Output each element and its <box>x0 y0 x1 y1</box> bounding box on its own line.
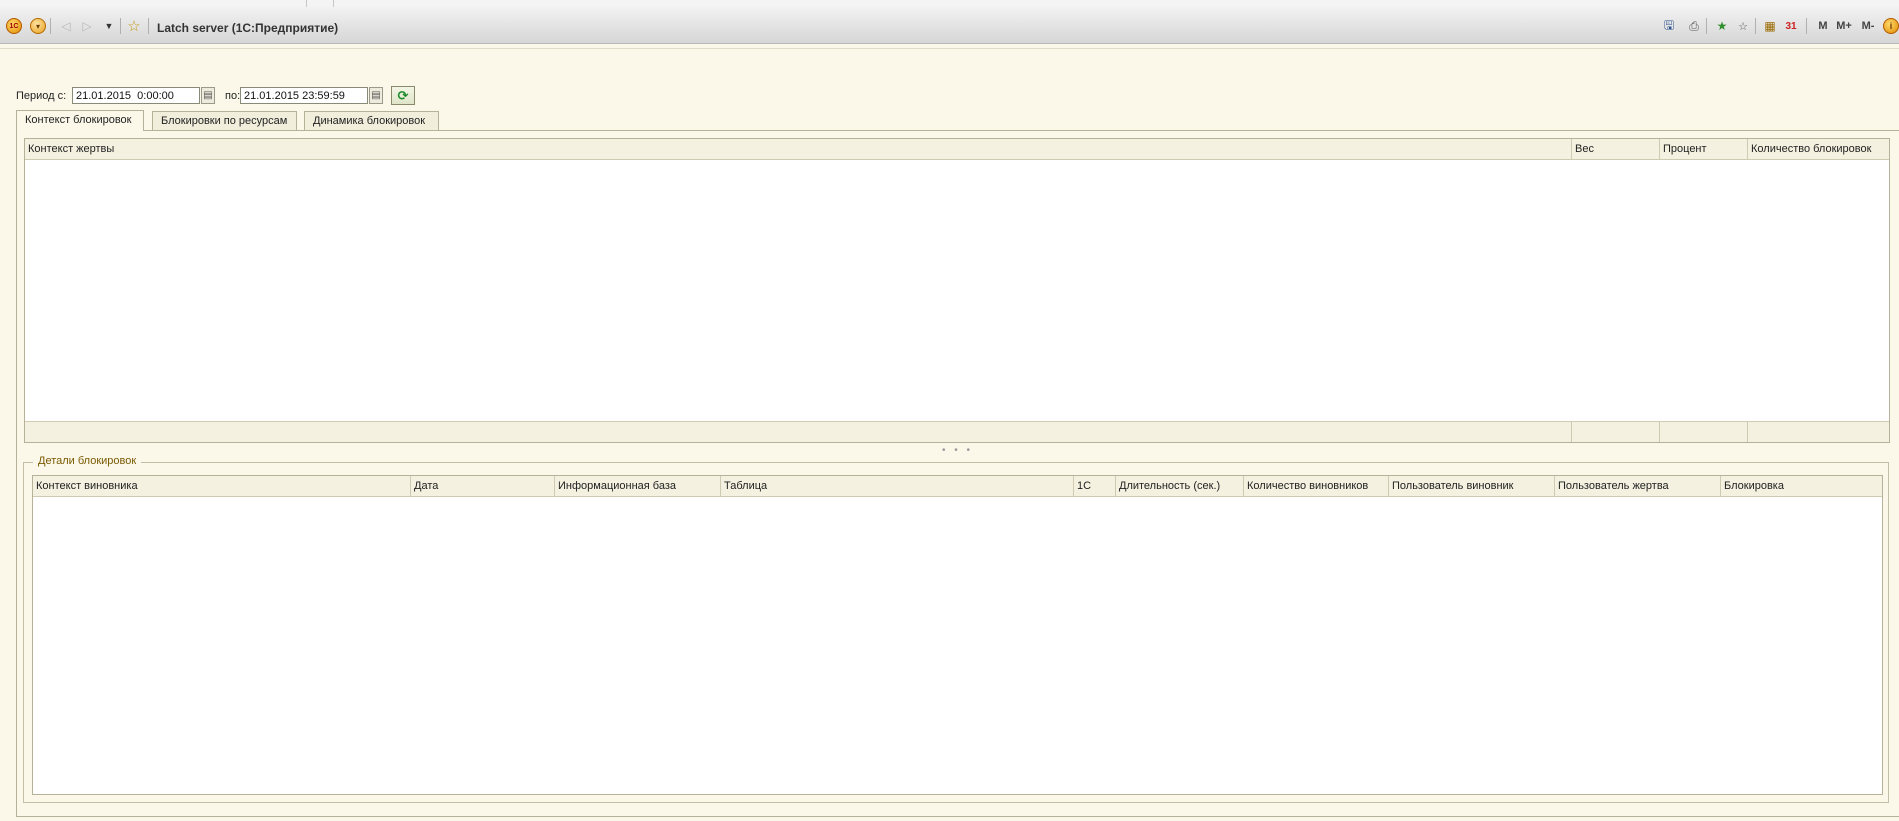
period-to-field[interactable] <box>240 87 368 104</box>
window-title: Latch server (1С:Предприятие) <box>157 21 339 35</box>
toolbar-separator <box>1755 18 1756 34</box>
column-victim-context[interactable]: Контекст жертвы <box>25 139 1572 159</box>
calendar-picker-icon[interactable]: ▤ <box>201 87 215 104</box>
column-weight[interactable]: Вес <box>1572 139 1660 159</box>
tab-locks-by-resources[interactable]: Блокировки по ресурсам <box>152 111 297 130</box>
top-strip-segment <box>306 0 334 7</box>
toolbar-separator <box>148 18 149 34</box>
back-arrow-icon[interactable]: ◁ <box>58 18 74 34</box>
column-culprit-user[interactable]: Пользователь виновник <box>1389 476 1555 496</box>
add-to-favorites-icon[interactable]: ★ <box>1714 18 1730 34</box>
footer-cell <box>1660 422 1748 442</box>
period-to-label: по: <box>225 90 241 102</box>
column-culprit-context[interactable]: Контекст виновника <box>33 476 411 496</box>
column-1c[interactable]: 1С <box>1074 476 1116 496</box>
splitter-handle[interactable]: • • • <box>942 445 973 456</box>
toolbar-separator <box>50 18 51 34</box>
calculator-icon[interactable]: ▦ <box>1762 18 1778 34</box>
period-from-field[interactable] <box>72 87 200 104</box>
column-date[interactable]: Дата <box>411 476 555 496</box>
table-footer <box>25 421 1889 442</box>
column-culprit-count[interactable]: Количество виновников <box>1244 476 1389 496</box>
column-duration[interactable]: Длительность (сек.) <box>1116 476 1244 496</box>
toolbar-separator <box>1706 18 1707 34</box>
top-strip-segment <box>0 0 307 7</box>
details-table[interactable]: Контекст виновника Дата Информационная б… <box>32 475 1883 795</box>
column-table[interactable]: Таблица <box>721 476 1074 496</box>
memory-minus-button[interactable]: M- <box>1858 18 1878 34</box>
footer-cell <box>25 422 1572 442</box>
main-menu-icon[interactable]: ▾ <box>30 18 46 34</box>
table-header: Контекст жертвы Вес Процент Количество б… <box>25 139 1889 160</box>
save-icon[interactable]: 🖫 <box>1661 18 1677 34</box>
print-icon[interactable]: ⎙ <box>1686 18 1702 34</box>
favorites-icon[interactable]: ☆ <box>1735 18 1751 34</box>
period-from-label: Период с: <box>16 90 67 102</box>
column-infobase[interactable]: Информационная база <box>555 476 721 496</box>
column-victim-user[interactable]: Пользователь жертва <box>1555 476 1721 496</box>
history-dropdown-icon[interactable]: ▼ <box>101 18 117 34</box>
forward-arrow-icon[interactable]: ▷ <box>79 18 95 34</box>
logo-1c-icon[interactable]: 1С <box>6 18 22 34</box>
table-header: Контекст виновника Дата Информационная б… <box>33 476 1882 497</box>
toolbar-separator <box>120 18 121 34</box>
toolbar-separator <box>1806 18 1807 34</box>
title-bar: 1С ▾ ◁ ▷ ▼ ☆ Latch server (1С:Предприяти… <box>0 7 1899 44</box>
tab-lock-dynamics[interactable]: Динамика блокировок <box>304 111 439 130</box>
column-lock-count[interactable]: Количество блокировок <box>1748 139 1889 159</box>
info-icon[interactable]: i <box>1883 18 1899 34</box>
favorites-star-icon[interactable]: ☆ <box>126 18 142 35</box>
lock-details-title: Детали блокировок <box>33 455 142 467</box>
footer-cell <box>1572 422 1660 442</box>
header-divider <box>0 48 1899 49</box>
memory-plus-button[interactable]: M+ <box>1834 18 1854 34</box>
memory-m-button[interactable]: M <box>1815 18 1831 34</box>
calendar-icon[interactable]: 31 <box>1783 18 1799 34</box>
column-lock[interactable]: Блокировка <box>1721 476 1882 496</box>
column-percent[interactable]: Процент <box>1660 139 1748 159</box>
calendar-picker-icon[interactable]: ▤ <box>369 87 383 104</box>
refresh-icon[interactable]: ⟳ <box>391 86 415 105</box>
victims-table[interactable]: Контекст жертвы Вес Процент Количество б… <box>24 138 1890 443</box>
tab-lock-context[interactable]: Контекст блокировок <box>16 110 144 131</box>
